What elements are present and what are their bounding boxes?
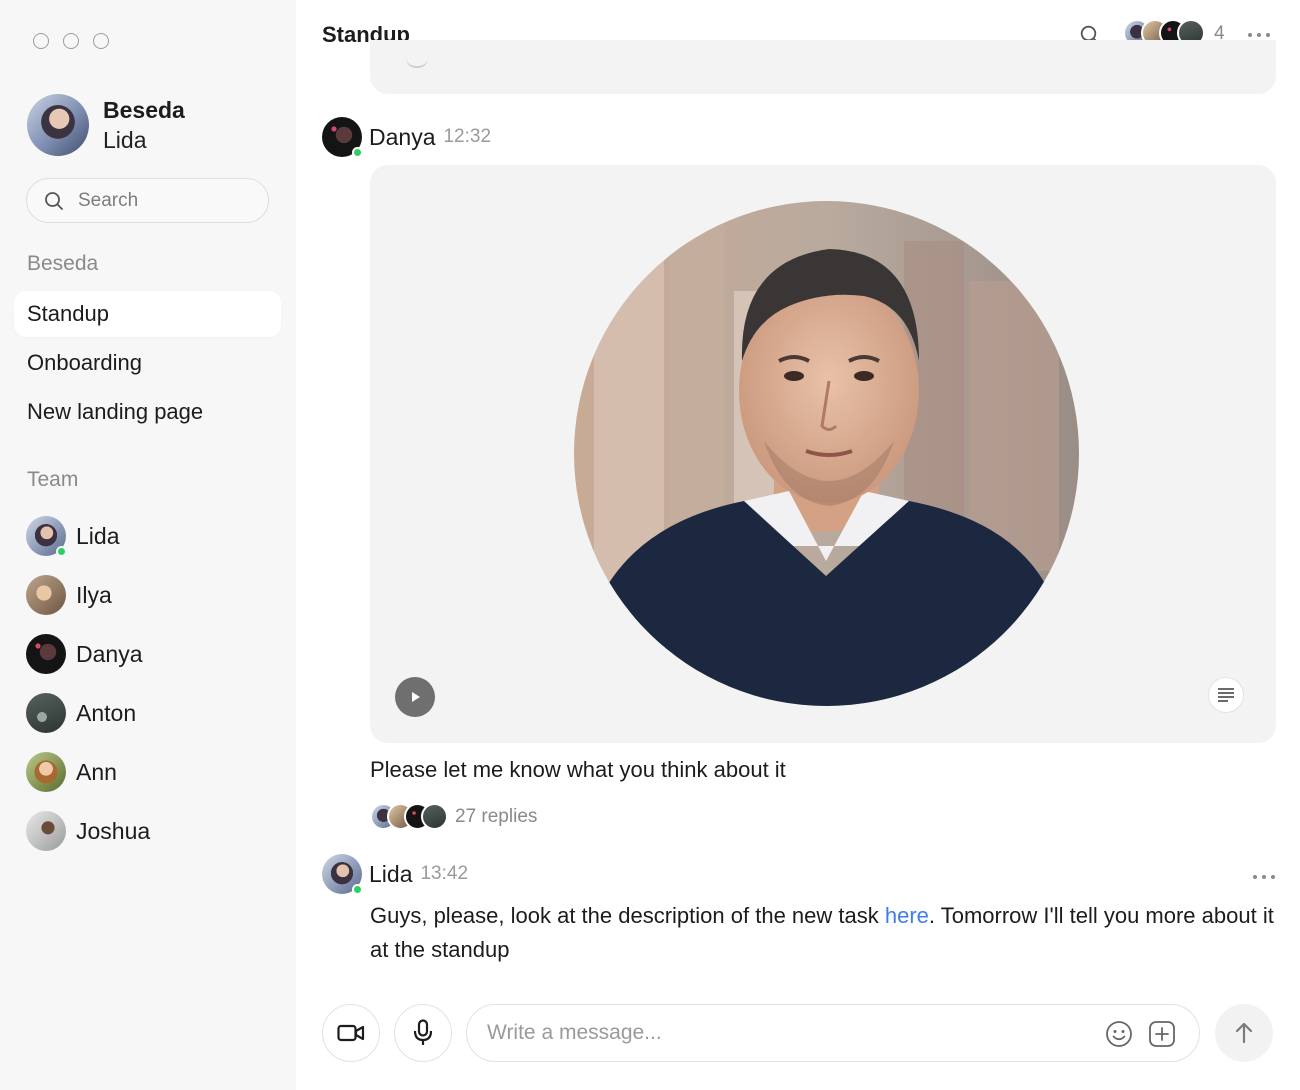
channel-standup[interactable]: Standup <box>14 291 281 337</box>
video-preview[interactable] <box>574 201 1079 706</box>
team-member-ilya[interactable]: Ilya <box>26 574 112 616</box>
member-name: Ann <box>76 758 117 785</box>
replies-count: 27 replies <box>455 805 538 827</box>
avatar <box>26 634 66 674</box>
channel-new-landing-page[interactable]: New landing page <box>14 389 281 435</box>
message-time: 12:32 <box>443 126 492 147</box>
window-minimize-button[interactable] <box>63 33 79 49</box>
online-status-dot <box>352 147 363 158</box>
team-member-joshua[interactable]: Joshua <box>26 810 150 852</box>
message-header: Danya 12:32 <box>322 117 492 158</box>
online-status-dot <box>352 884 363 895</box>
emoji-icon[interactable] <box>1105 1020 1133 1048</box>
channel-label: New landing page <box>27 399 204 424</box>
online-status-dot <box>56 546 67 557</box>
message-composer[interactable] <box>466 1004 1200 1062</box>
team-member-anton[interactable]: Anton <box>26 692 136 734</box>
profile[interactable]: Beseda Lida <box>27 94 185 156</box>
mic-icon <box>413 1019 433 1045</box>
transcript-button[interactable] <box>1208 677 1244 713</box>
send-icon <box>1235 1022 1253 1044</box>
member-name: Joshua <box>76 817 151 844</box>
video-icon <box>337 1024 365 1042</box>
play-button[interactable] <box>395 677 435 717</box>
window-maximize-button[interactable] <box>93 33 109 49</box>
avatar[interactable] <box>322 854 363 895</box>
search-input[interactable]: Search <box>26 178 269 223</box>
message-input[interactable] <box>487 1021 1087 1045</box>
avatar <box>26 752 66 792</box>
message-text-start: Guys, please, look at the description of… <box>370 903 885 928</box>
thread-replies[interactable]: 27 replies <box>370 803 537 830</box>
message-more-icon[interactable] <box>1253 875 1275 879</box>
more-options-icon[interactable] <box>1248 33 1270 37</box>
previous-message-bubble <box>370 40 1276 94</box>
avatar <box>421 803 448 830</box>
user-name: Lida <box>103 127 147 153</box>
avatar <box>26 575 66 615</box>
attach-icon[interactable] <box>1148 1020 1176 1048</box>
channel-label: Standup <box>27 301 109 326</box>
task-link[interactable]: here <box>885 903 929 928</box>
team-member-danya[interactable]: Danya <box>26 633 142 675</box>
message-time: 13:42 <box>420 863 469 884</box>
avatar <box>26 811 66 851</box>
message-author[interactable]: Lida <box>369 861 412 888</box>
team-member-lida[interactable]: Lida <box>26 515 119 557</box>
workspace-section-title: Beseda <box>27 252 99 275</box>
member-name: Ilya <box>76 581 112 608</box>
window-controls <box>33 33 109 49</box>
message-text: Please let me know what you think about … <box>370 757 786 782</box>
play-icon <box>412 692 420 702</box>
team-section-title: Team <box>27 468 79 491</box>
message-author[interactable]: Danya <box>369 124 435 151</box>
workspace-name: Beseda <box>103 97 185 123</box>
transcript-icon <box>1218 688 1234 702</box>
channel-onboarding[interactable]: Onboarding <box>14 340 281 386</box>
channel-label: Onboarding <box>27 350 142 375</box>
team-member-ann[interactable]: Ann <box>26 751 117 793</box>
avatar <box>26 693 66 733</box>
avatar[interactable] <box>322 117 363 158</box>
avatar <box>27 94 89 156</box>
send-button[interactable] <box>1215 1004 1273 1062</box>
sidebar: Beseda Lida Search Beseda Standup Onboar… <box>0 0 296 1090</box>
member-name: Lida <box>76 522 120 549</box>
member-name: Anton <box>76 699 137 726</box>
search-placeholder: Search <box>78 189 139 211</box>
member-name: Danya <box>76 640 143 667</box>
avatar <box>26 516 67 557</box>
window-close-button[interactable] <box>33 33 49 49</box>
record-video-button[interactable] <box>322 1004 380 1062</box>
message-header: Lida 13:42 <box>322 854 469 895</box>
message-text: Guys, please, look at the description of… <box>370 899 1280 967</box>
search-icon <box>45 191 63 210</box>
record-voice-button[interactable] <box>394 1004 452 1062</box>
video-message[interactable] <box>370 165 1276 743</box>
